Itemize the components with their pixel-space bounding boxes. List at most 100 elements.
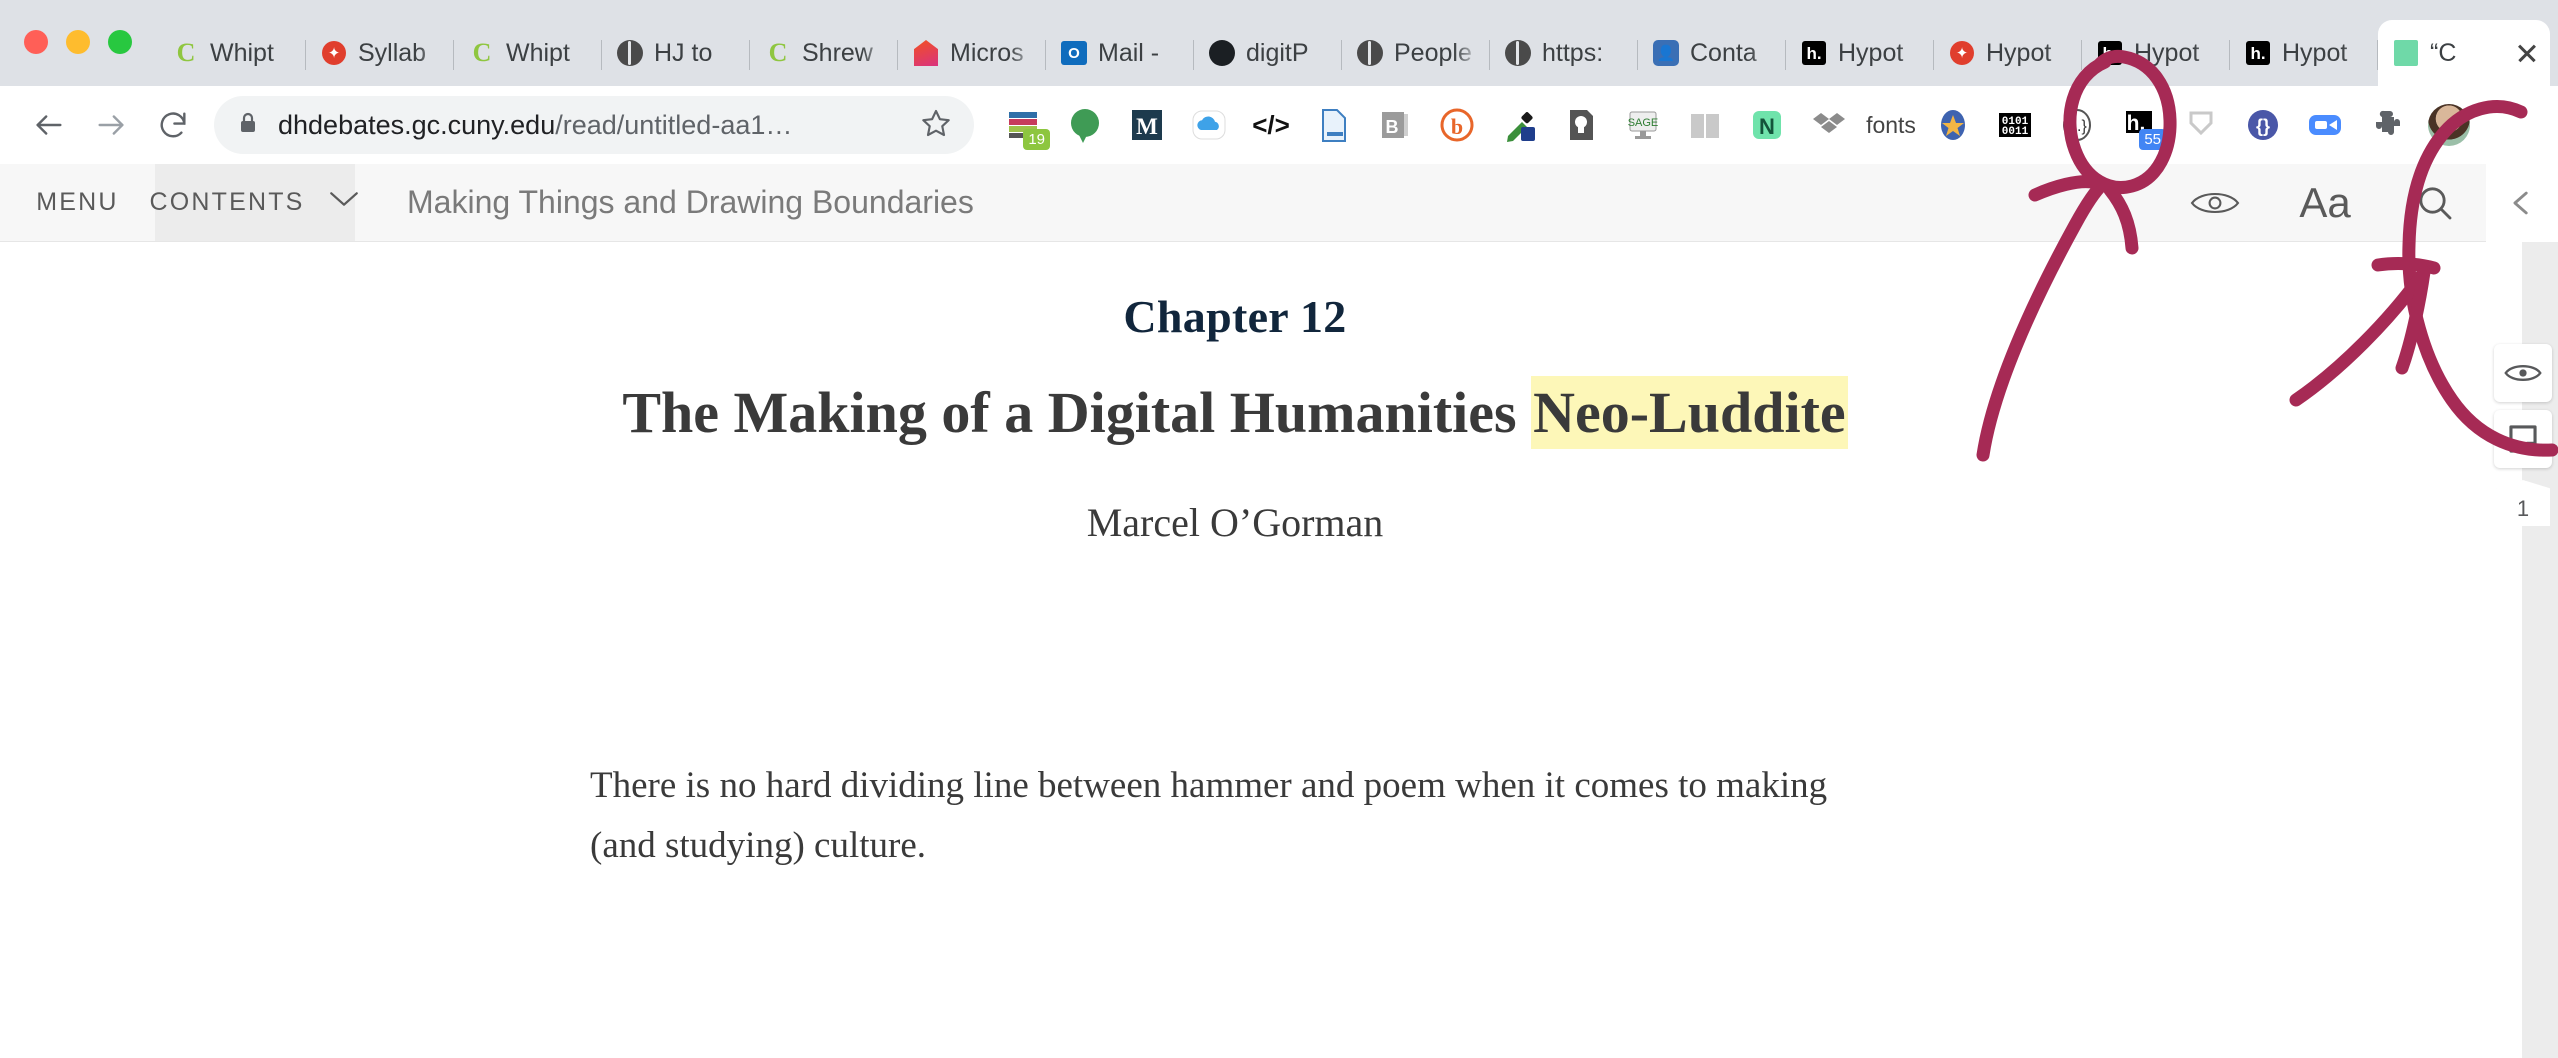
fonts-icon[interactable]: fonts	[1860, 94, 1922, 156]
browser-tab[interactable]: ✦Syllab	[306, 20, 454, 86]
window-traffic-lights	[24, 30, 132, 54]
lightbulb-icon[interactable]	[1550, 94, 1612, 156]
browser-tab[interactable]: OMail -	[1046, 20, 1194, 86]
contents-dropdown[interactable]: CONTENTS	[155, 164, 355, 241]
browser-tab[interactable]: CWhipt	[454, 20, 602, 86]
tab-label: Conta	[1690, 39, 1776, 68]
browser-tab[interactable]: ✦ Hypot	[1934, 20, 2082, 86]
browser-tabs: CWhipt✦SyllabCWhiptHJ toCShrewMicrosOMai…	[158, 0, 2550, 86]
extension-badge: 55	[2139, 129, 2166, 150]
tab-label: “C	[2430, 39, 2504, 68]
text-size-icon[interactable]: Aa	[2270, 164, 2380, 242]
puzzle-icon[interactable]	[2356, 94, 2418, 156]
reload-button[interactable]	[142, 94, 204, 156]
binary-icon[interactable]: 01010011	[1984, 94, 2046, 156]
tab-label: Hypot	[1838, 39, 1924, 68]
address-bar[interactable]: dhdebates.gc.cuny.edu/read/untitled-aa1…	[214, 96, 974, 154]
pocket-stack-icon[interactable]: 19	[992, 94, 1054, 156]
browser-tab[interactable]: h. Hypot	[2230, 20, 2378, 86]
star-icon[interactable]	[920, 107, 952, 144]
browser-window: CWhipt✦SyllabCWhiptHJ toCShrewMicrosOMai…	[0, 0, 2558, 1058]
hypothesis-icon: h.	[2244, 39, 2272, 67]
browser-tab[interactable]: C Shrew	[750, 20, 898, 86]
show-highlights-eye-icon[interactable]	[2494, 344, 2552, 402]
manifold-icon	[2392, 39, 2420, 67]
hypothesis-icon: h.	[1800, 39, 1828, 67]
canvas-c-icon: C	[764, 39, 792, 67]
browser-tab[interactable]: HJ to	[602, 20, 750, 86]
menu-button[interactable]: MENU	[0, 164, 155, 241]
tab-label: Hypot	[1986, 39, 2072, 68]
visibility-eye-icon[interactable]	[2160, 164, 2270, 242]
json-icon[interactable]: {}	[2232, 94, 2294, 156]
browser-tab[interactable]: 👤 Conta	[1638, 20, 1786, 86]
browser-toolbar: dhdebates.gc.cuny.edu/read/untitled-aa1……	[0, 86, 2558, 164]
url-text: dhdebates.gc.cuny.edu/read/untitled-aa1…	[278, 110, 902, 141]
tab-label: HJ to	[654, 39, 740, 68]
green-pin-icon[interactable]	[1054, 94, 1116, 156]
browser-tab[interactable]: CWhipt	[158, 20, 306, 86]
zoom-icon[interactable]	[2294, 94, 2356, 156]
browser-tab[interactable]: digitP	[1194, 20, 1342, 86]
browser-tab[interactable]: https:	[1490, 20, 1638, 86]
contacts-icon: 👤	[1652, 39, 1680, 67]
dropbox-icon[interactable]	[1798, 94, 1860, 156]
browser-tab[interactable]: Micros	[898, 20, 1046, 86]
search-icon[interactable]	[2380, 164, 2490, 242]
forward-button[interactable]	[80, 94, 142, 156]
minimize-window-button[interactable]	[66, 30, 90, 54]
browser-tab[interactable]: h. Hypot	[1786, 20, 1934, 86]
mendeley-icon[interactable]: M	[1116, 94, 1178, 156]
tab-label: Whipt	[506, 39, 592, 68]
chapter-title-prefix: The Making of a Digital Humanities	[622, 380, 1531, 445]
text-size-label: Aa	[2299, 179, 2350, 227]
book-icon[interactable]	[1674, 94, 1736, 156]
hypothesis-icon[interactable]: h.55	[2108, 94, 2170, 156]
canvas-red-icon: ✦	[1948, 39, 1976, 67]
globe-icon	[1356, 39, 1384, 67]
tab-label: Micros	[950, 39, 1036, 68]
hypothesis-orange-icon[interactable]: b	[1426, 94, 1488, 156]
evernote-icon[interactable]: N	[1736, 94, 1798, 156]
svg-text:{..}: {..}	[2067, 118, 2087, 135]
sage-icon[interactable]: SAGE	[1612, 94, 1674, 156]
annotation-highlight[interactable]: Neo-Luddite	[1531, 376, 1848, 449]
icloud-icon[interactable]	[1178, 94, 1240, 156]
url-path: /read/untitled-aa1…	[555, 110, 792, 140]
mendeley-chevron-icon[interactable]	[2170, 94, 2232, 156]
document-content: Chapter 12 The Making of a Digital Human…	[0, 242, 2558, 1058]
browser-tab[interactable]: People	[1342, 20, 1490, 86]
zoom-window-button[interactable]	[108, 30, 132, 54]
bibliography-icon[interactable]: B	[1364, 94, 1426, 156]
hypothesis-sidebar-buttons: 1	[2494, 344, 2552, 526]
extension-toolbar: 19 M </> Bb SAGE Nfonts 01010011 {..} h.55 {}	[992, 94, 2540, 156]
tab-label: Hypot	[2282, 39, 2368, 68]
svg-text:</>: </>	[1252, 110, 1290, 140]
eyedropper-icon[interactable]	[1488, 94, 1550, 156]
browser-tab[interactable]: h.Hypot	[2082, 20, 2230, 86]
svg-text:N: N	[1759, 114, 1775, 139]
hypothesis-collapse-button[interactable]	[2486, 164, 2558, 242]
document-icon[interactable]	[1302, 94, 1364, 156]
profile-avatar[interactable]	[2418, 94, 2480, 156]
new-note-icon[interactable]	[2494, 410, 2552, 468]
github-icon	[1208, 39, 1236, 67]
tab-label: Mail -	[1098, 39, 1184, 68]
close-tab-button[interactable]	[2514, 40, 2540, 66]
reader-header: MENU CONTENTS Making Things and Drawing …	[0, 164, 2558, 242]
body-paragraph: There is no hard dividing line between h…	[590, 756, 1880, 876]
browser-tab-active[interactable]: “C	[2378, 20, 2550, 86]
tab-label: Shrew	[802, 39, 888, 68]
chapter-author: Marcel O’Gorman	[0, 499, 2470, 546]
back-button[interactable]	[18, 94, 80, 156]
tab-label: Syllab	[358, 39, 444, 68]
tab-label: Whipt	[210, 39, 296, 68]
svg-text:B: B	[1386, 117, 1399, 137]
star-badge-icon[interactable]	[1922, 94, 1984, 156]
svg-text:{}: {}	[2256, 116, 2270, 136]
code-brackets-icon[interactable]: </>	[1240, 94, 1302, 156]
svg-text:M: M	[1136, 114, 1158, 139]
chapter-title: The Making of a Digital Humanities Neo-L…	[0, 379, 2470, 447]
ellipsis-circle-icon[interactable]: {..}	[2046, 94, 2108, 156]
close-window-button[interactable]	[24, 30, 48, 54]
